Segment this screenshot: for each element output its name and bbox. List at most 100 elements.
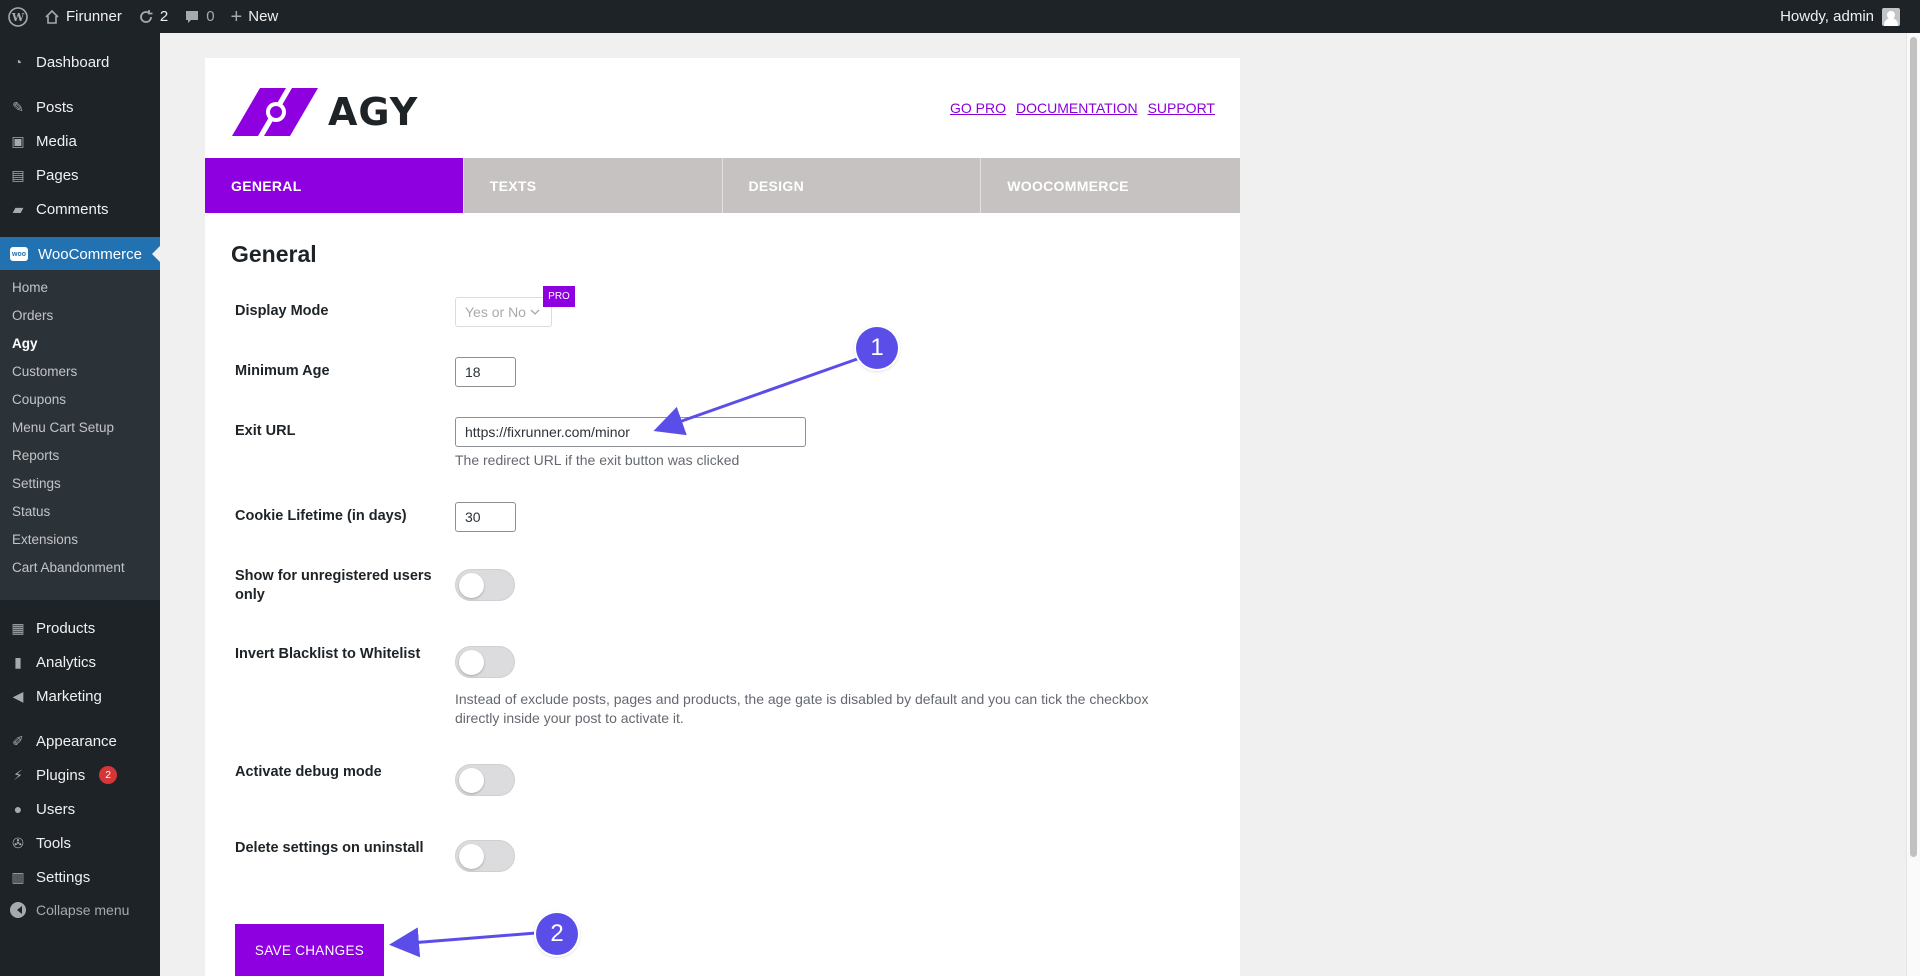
plugin-icon: ⚡: [13, 766, 23, 783]
site-name-link[interactable]: Firunner: [36, 0, 130, 33]
submenu-item-cart-abandonment[interactable]: Cart Abandonment: [12, 560, 125, 575]
submenu-item-agy[interactable]: Agy: [12, 336, 38, 351]
invert-blacklist-label: Invert Blacklist to Whitelist: [235, 646, 421, 662]
comment-icon: ▰: [12, 200, 24, 217]
comment-icon: [186, 10, 199, 23]
tab-general[interactable]: GENERAL: [205, 158, 464, 213]
tab-texts[interactable]: TEXTS: [463, 158, 723, 213]
toggle-knob: [459, 844, 484, 869]
sidebar-item-pages[interactable]: ▤ Pages: [0, 158, 160, 192]
archive-icon: ▦: [11, 619, 25, 636]
toggle-knob: [459, 573, 484, 598]
plugins-update-badge: 2: [99, 766, 118, 784]
cookie-lifetime-input[interactable]: 30: [455, 502, 516, 532]
tab-design[interactable]: DESIGN: [722, 158, 982, 213]
chart-icon: ▮: [14, 653, 22, 670]
sidebar-item-dashboard[interactable]: ◔ Dashboard: [0, 45, 160, 79]
display-mode-select[interactable]: Yes or No: [455, 297, 552, 327]
minimum-age-input[interactable]: 18: [455, 357, 516, 387]
sidebar-item-marketing[interactable]: ◀ Marketing: [0, 679, 160, 713]
sidebar-item-posts[interactable]: ✎ Posts: [0, 90, 160, 124]
unregistered-users-label-line2: only: [235, 587, 265, 603]
sidebar-item-woocommerce[interactable]: woo WooCommerce: [0, 237, 160, 271]
wordpress-logo-icon[interactable]: W: [0, 0, 36, 33]
sidebar-item-tools[interactable]: ✇ Tools: [0, 826, 160, 860]
sidebar-item-media[interactable]: ▣ Media: [0, 124, 160, 158]
site-name: Firunner: [66, 8, 122, 25]
comments-link[interactable]: 0: [176, 0, 222, 33]
save-changes-button[interactable]: SAVE CHANGES: [235, 924, 384, 976]
annotation-marker-1: 1: [856, 327, 898, 369]
sidebar-item-settings[interactable]: ▥ Settings: [0, 860, 160, 894]
display-mode-value: Yes or No: [465, 304, 526, 320]
sidebar-item-label: Settings: [36, 868, 91, 886]
display-mode-label: Display Mode: [235, 303, 329, 319]
admin-sidebar: ◔ Dashboard ✎ Posts ▣ Media ▤ Pages ▰ Co…: [0, 33, 160, 976]
exit-url-value: https://fixrunner.com/minor: [465, 424, 630, 440]
sidebar-item-plugins[interactable]: ⚡ Plugins 2: [0, 758, 160, 792]
sidebar-item-appearance[interactable]: ✐ Appearance: [0, 724, 160, 758]
plus-icon: +: [230, 5, 243, 28]
unregistered-users-toggle[interactable]: [455, 569, 515, 601]
page-scrollbar[interactable]: [1906, 33, 1920, 976]
scrollbar-thumb[interactable]: [1910, 37, 1917, 857]
exit-url-description: The redirect URL if the exit button was …: [455, 452, 740, 468]
go-pro-link[interactable]: GO PRO: [950, 100, 1006, 116]
svg-text:W: W: [11, 11, 25, 24]
submenu-item-orders[interactable]: Orders: [12, 308, 53, 323]
tab-woocommerce[interactable]: WOOCOMMERCE: [981, 158, 1240, 213]
submenu-item-coupons[interactable]: Coupons: [12, 392, 66, 407]
unregistered-users-label: Show for unregistered users only: [235, 567, 432, 605]
sidebar-item-label: Analytics: [36, 653, 97, 671]
documentation-link[interactable]: DOCUMENTATION: [1016, 100, 1138, 116]
sidebar-item-label: Dashboard: [36, 53, 110, 71]
annotation-marker-2: 2: [536, 913, 578, 955]
delete-settings-label: Delete settings on uninstall: [235, 840, 424, 856]
sidebar-item-comments[interactable]: ▰ Comments: [0, 192, 160, 226]
sidebar-item-products[interactable]: ▦ Products: [0, 611, 160, 645]
submenu-item-reports[interactable]: Reports: [12, 448, 59, 463]
submenu-item-status[interactable]: Status: [12, 504, 50, 519]
pin-icon: ✎: [12, 98, 24, 115]
sidebar-item-label: Media: [36, 132, 77, 150]
sidebar-item-label: Appearance: [36, 732, 117, 750]
invert-blacklist-description: Instead of exclude posts, pages and prod…: [455, 690, 1148, 728]
section-title: General: [231, 241, 317, 267]
header-links: GO PRO DOCUMENTATION SUPPORT: [950, 100, 1215, 116]
support-link[interactable]: SUPPORT: [1148, 100, 1215, 116]
sidebar-item-users[interactable]: ● Users: [0, 792, 160, 826]
avatar: [1882, 7, 1900, 26]
sidebar-item-label: Plugins: [36, 766, 86, 784]
delete-settings-toggle[interactable]: [455, 840, 515, 872]
cookie-lifetime-value: 30: [465, 509, 481, 525]
exit-url-label: Exit URL: [235, 423, 296, 439]
user-icon: ●: [13, 801, 23, 817]
exit-url-input[interactable]: https://fixrunner.com/minor: [455, 417, 806, 447]
collapse-menu-label: Collapse menu: [36, 902, 130, 918]
new-content-link[interactable]: + New: [223, 0, 287, 33]
toggle-knob: [459, 768, 484, 793]
sidebar-item-label: Products: [36, 619, 96, 637]
settings-icon: ▥: [11, 868, 25, 885]
pages-icon: ▤: [11, 166, 25, 183]
sidebar-item-label: Posts: [36, 98, 74, 116]
chevron-down-icon: [530, 309, 540, 315]
collapse-menu-button[interactable]: Collapse menu: [0, 893, 160, 927]
invert-blacklist-toggle[interactable]: [455, 646, 515, 678]
submenu-item-menu-cart-setup[interactable]: Menu Cart Setup: [12, 420, 114, 435]
sidebar-item-label: WooCommerce: [38, 245, 142, 263]
my-account[interactable]: Howdy, admin: [1780, 0, 1900, 33]
minimum-age-label: Minimum Age: [235, 363, 330, 379]
megaphone-icon: ◀: [12, 687, 24, 704]
cookie-lifetime-label: Cookie Lifetime (in days): [235, 508, 407, 524]
woocommerce-submenu: Home Orders Agy Customers Coupons Menu C…: [0, 270, 160, 600]
sidebar-item-analytics[interactable]: ▮ Analytics: [0, 645, 160, 679]
submenu-item-customers[interactable]: Customers: [12, 364, 77, 379]
updates-link[interactable]: 2: [130, 0, 176, 33]
sidebar-item-label: Tools: [36, 834, 72, 852]
submenu-item-home[interactable]: Home: [12, 280, 48, 295]
submenu-item-settings[interactable]: Settings: [12, 476, 61, 491]
submenu-item-extensions[interactable]: Extensions: [12, 532, 78, 547]
comments-count: 0: [206, 8, 215, 25]
debug-mode-toggle[interactable]: [455, 764, 515, 796]
